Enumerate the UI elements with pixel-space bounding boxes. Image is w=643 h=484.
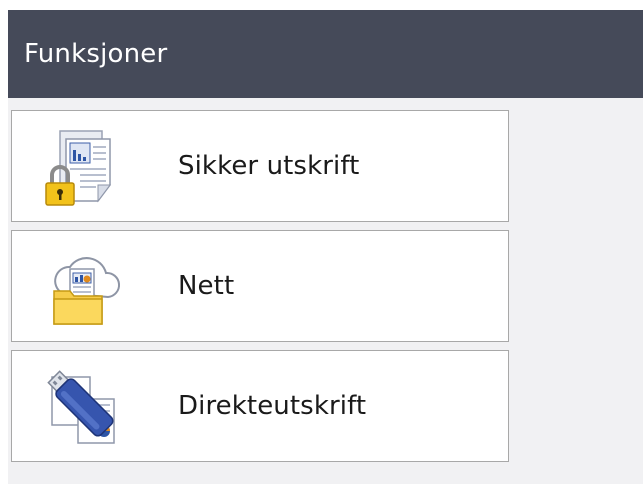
lcd-screen: Funksjoner Sikker utskrift Nett Direkteu… [8, 10, 643, 484]
menu-item-web[interactable]: Nett [11, 230, 509, 342]
menu-item-label: Sikker utskrift [178, 151, 360, 181]
menu-item-label: Direkteutskrift [178, 391, 367, 421]
menu-item-secure-print[interactable]: Sikker utskrift [11, 110, 509, 222]
title-bar: Funksjoner [8, 10, 643, 98]
menu-item-label: Nett [178, 271, 235, 301]
secure-print-icon [40, 123, 126, 209]
menu-item-direct-print[interactable]: Direkteutskrift [11, 350, 509, 462]
web-cloud-folder-icon [40, 243, 126, 329]
page-title: Funksjoner [24, 39, 168, 69]
usb-direct-print-icon [40, 363, 126, 449]
